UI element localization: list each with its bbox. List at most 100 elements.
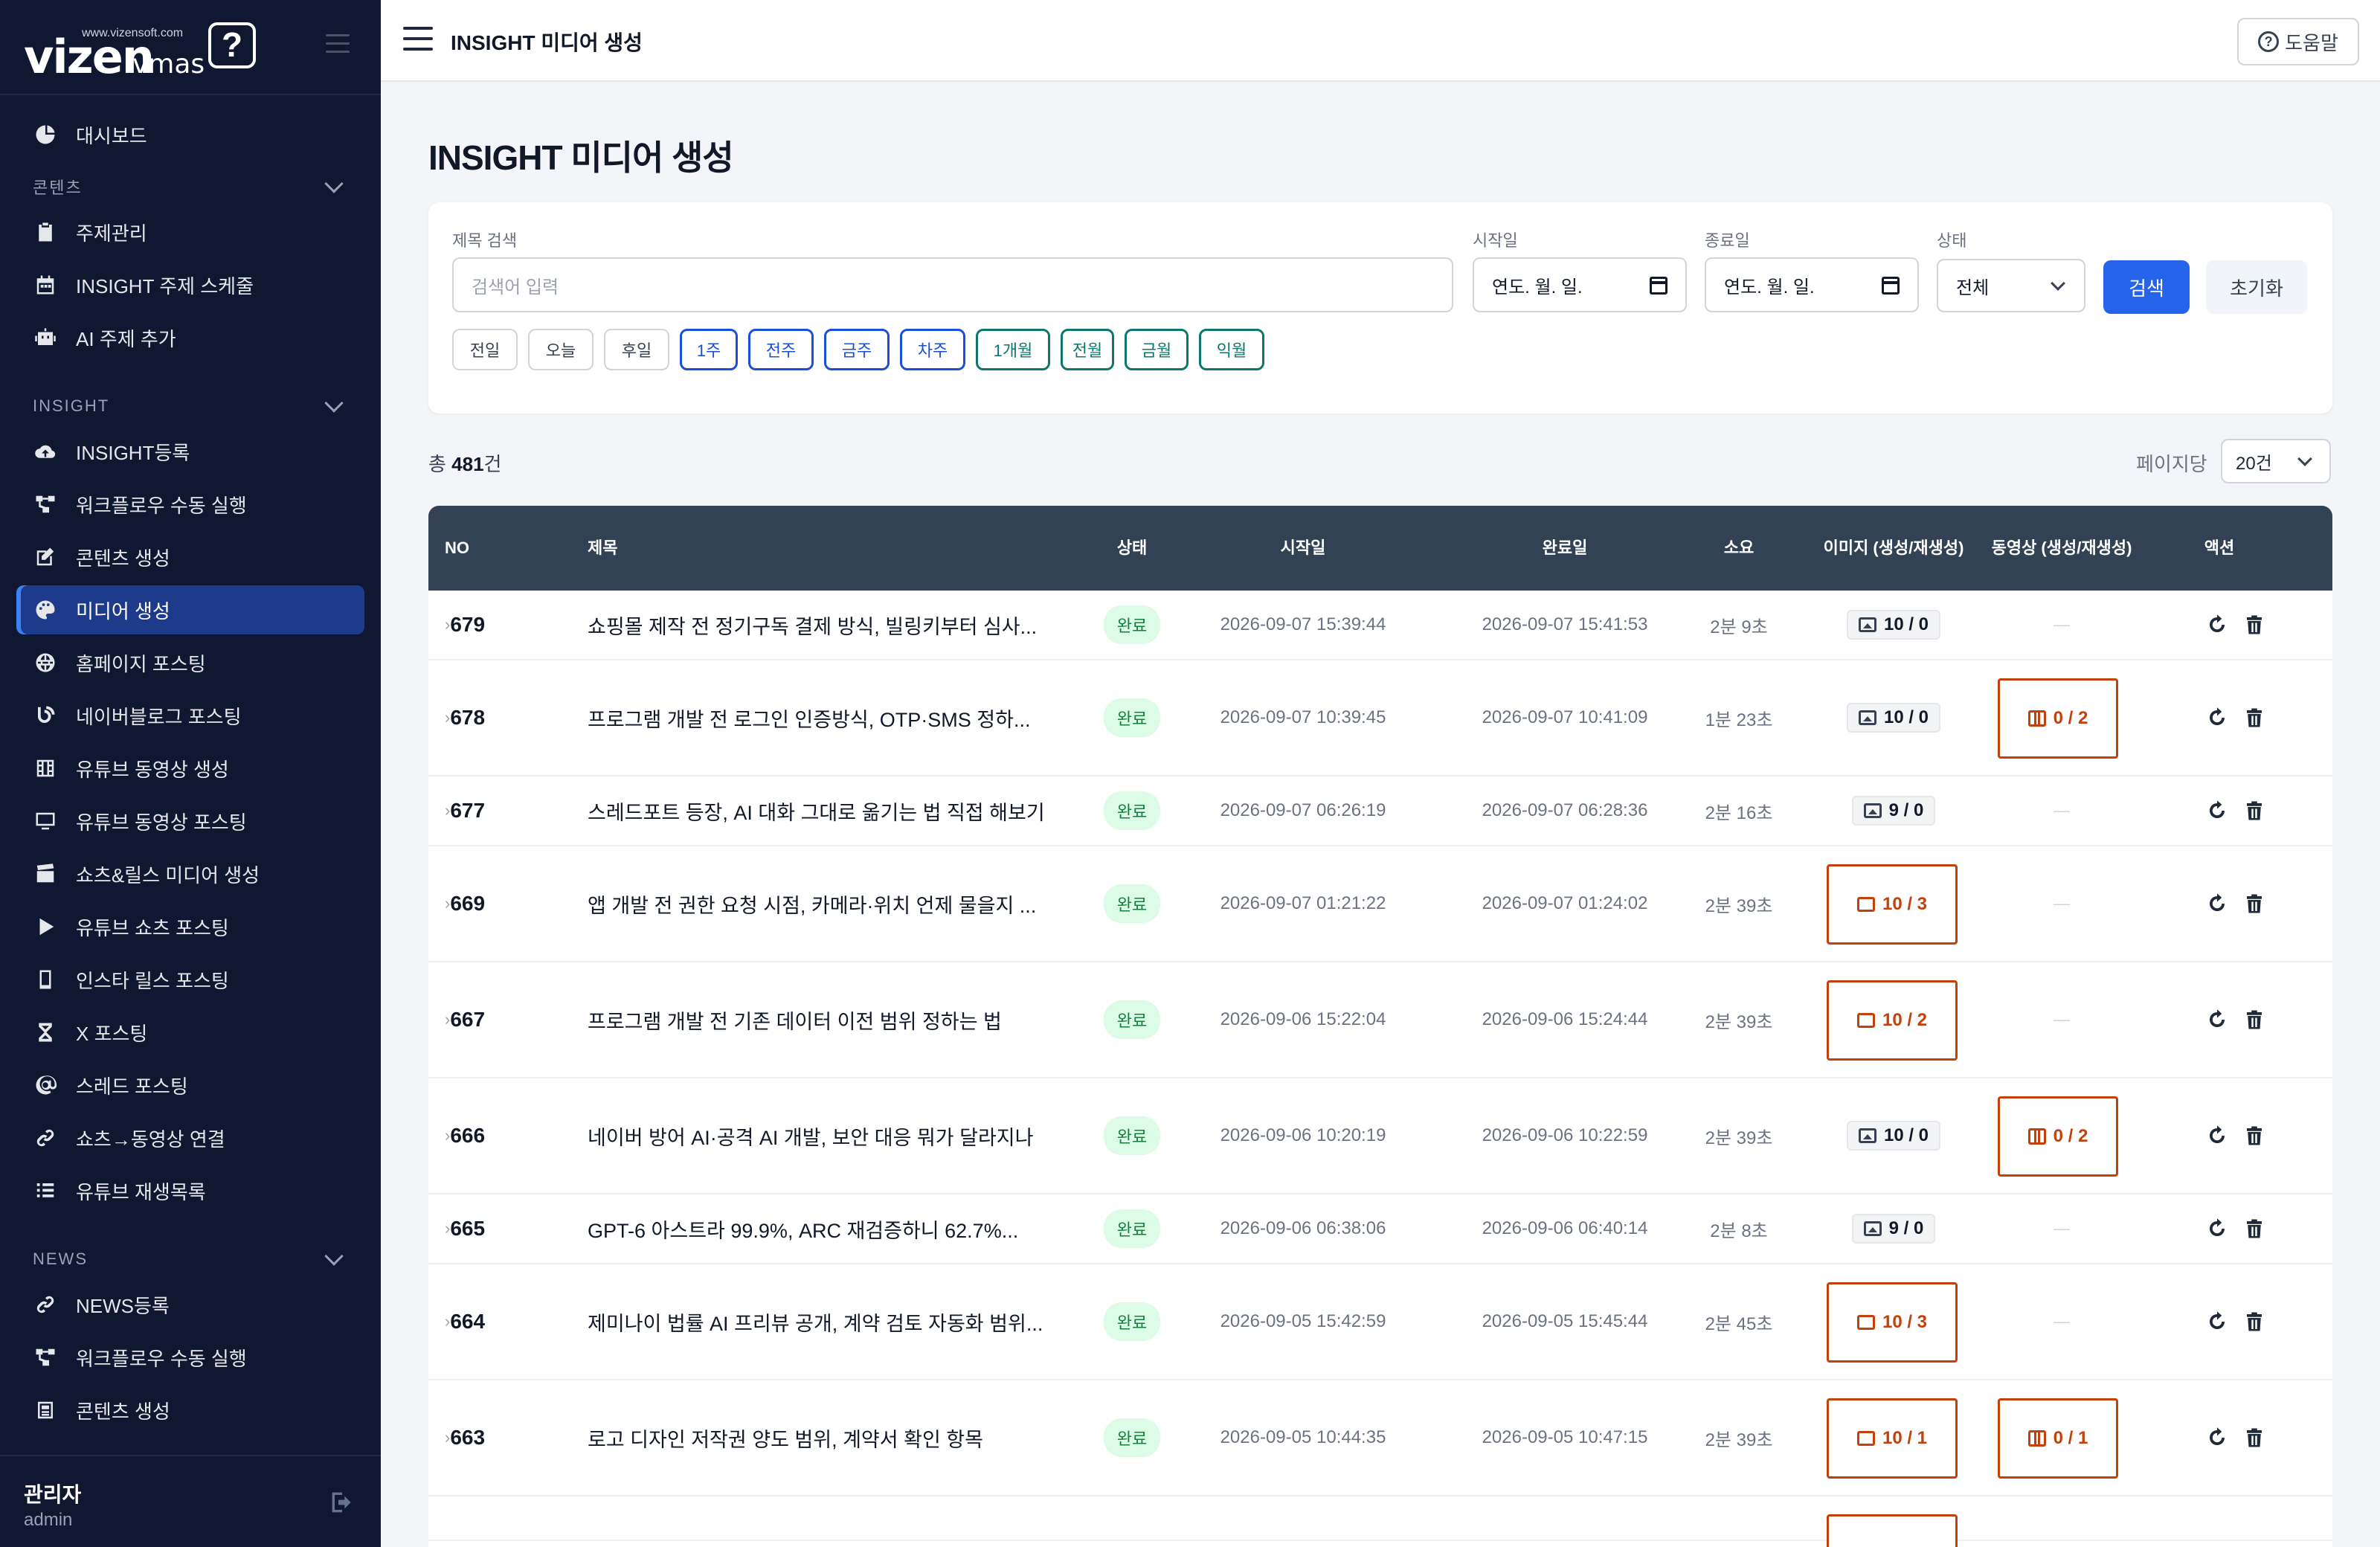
- trash-icon[interactable]: [2243, 1194, 2265, 1263]
- regenerate-icon[interactable]: [2206, 1380, 2228, 1495]
- sidebar-section-header[interactable]: 콘텐츠: [33, 172, 348, 202]
- sidebar-collapse-icon[interactable]: [326, 34, 350, 55]
- sidebar-item[interactable]: 워크플로우 수동 실행: [16, 1333, 364, 1382]
- date-chip[interactable]: 전일: [452, 329, 518, 370]
- sidebar-item[interactable]: 쇼츠→동영상 연결: [16, 1113, 364, 1162]
- sidebar-item[interactable]: 미디어 생성: [16, 585, 364, 634]
- sidebar-item[interactable]: 네이버블로그 포스팅: [16, 691, 364, 740]
- sidebar-item[interactable]: AI 주제 추가: [16, 313, 364, 362]
- table-row[interactable]: › 663 로고 디자인 저작권 양도 범위, 계약서 확인 항목 완료 2026-09…: [428, 1380, 2332, 1496]
- title-search-input[interactable]: 검색어 입력: [452, 257, 1453, 312]
- trash-icon[interactable]: [2243, 591, 2265, 659]
- sidebar-item[interactable]: 유튜브 재생목록: [16, 1166, 364, 1215]
- sidebar-item[interactable]: INSIGHT등록: [16, 427, 364, 476]
- chevron-right-icon[interactable]: ›: [445, 1312, 450, 1331]
- reset-button[interactable]: 초기화: [2206, 260, 2307, 314]
- regenerate-icon[interactable]: [2206, 591, 2228, 659]
- hamburger-icon[interactable]: [403, 27, 433, 52]
- image-count-chip[interactable]: 10 / 0: [1846, 610, 1941, 640]
- video-count-highlight[interactable]: 0 / 2: [1998, 678, 2118, 759]
- image-count-chip[interactable]: 10 / 0: [1846, 1121, 1941, 1151]
- date-chip[interactable]: 오늘: [528, 329, 594, 370]
- regenerate-icon[interactable]: [2206, 962, 2228, 1077]
- regenerate-icon[interactable]: [2206, 846, 2228, 961]
- chevron-right-icon[interactable]: ›: [445, 1428, 450, 1447]
- image-count-highlight[interactable]: 10 / 3: [1827, 1282, 1958, 1363]
- image-count-chip[interactable]: 10 / 0: [1846, 703, 1941, 733]
- date-chip[interactable]: 전주: [748, 329, 814, 370]
- table-row[interactable]: › 669 앱 개발 전 권한 요청 시점, 카메라·위치 언제 물을지 ... 완료…: [428, 846, 2332, 962]
- video-count-highlight[interactable]: 0 / 2: [1998, 1096, 2118, 1177]
- th-status[interactable]: 상태: [1067, 506, 1197, 591]
- sidebar-section-header[interactable]: INSIGHT: [33, 391, 348, 421]
- chevron-right-icon[interactable]: ›: [445, 801, 450, 820]
- calendar-icon[interactable]: [1650, 277, 1667, 295]
- sidebar-section-header[interactable]: NEWS: [33, 1244, 348, 1274]
- th-video[interactable]: 동영상 (생성/재생성): [1987, 506, 2136, 591]
- sidebar-item[interactable]: 콘텐츠 생성: [16, 533, 364, 582]
- sidebar-item[interactable]: 콘텐츠 생성: [16, 1386, 364, 1435]
- date-chip[interactable]: 전월: [1061, 329, 1114, 370]
- chevron-right-icon[interactable]: ›: [445, 1126, 450, 1145]
- sidebar-item[interactable]: 홈페이지 포스팅: [16, 638, 364, 687]
- sidebar-item[interactable]: 유튜브 동영상 포스팅: [16, 797, 364, 846]
- sidebar-item[interactable]: NEWS등록: [16, 1280, 364, 1329]
- sidebar-item[interactable]: 워크플로우 수동 실행: [16, 480, 364, 529]
- th-duration[interactable]: 소요: [1679, 506, 1798, 591]
- trash-icon[interactable]: [2243, 846, 2265, 961]
- th-title[interactable]: 제목: [588, 506, 617, 591]
- image-count-highlight[interactable]: 10 / 1: [1827, 1398, 1958, 1479]
- table-row[interactable]: › 678 프로그램 개발 전 로그인 인증방식, OTP·SMS 정하... 완료 2…: [428, 660, 2332, 776]
- table-row[interactable]: › 679 쇼핑몰 제작 전 정기구독 결제 방식, 빌링키부터 심사... 완료 20…: [428, 591, 2332, 660]
- sidebar-item[interactable]: 유튜브 쇼츠 포스팅: [16, 902, 364, 951]
- sidebar-item[interactable]: 인스타 릴스 포스팅: [16, 955, 364, 1004]
- th-end[interactable]: 완료일: [1464, 506, 1666, 591]
- date-chip[interactable]: 차주: [900, 329, 965, 370]
- chevron-right-icon[interactable]: ›: [445, 1010, 450, 1029]
- trash-icon[interactable]: [2243, 660, 2265, 775]
- sidebar-item[interactable]: 유튜브 동영상 생성: [16, 744, 364, 793]
- date-chip[interactable]: 익월: [1199, 329, 1264, 370]
- chevron-right-icon[interactable]: ›: [445, 615, 450, 634]
- logo[interactable]: www.vizensoft.com vizen vmas ?: [24, 22, 256, 84]
- video-count-highlight[interactable]: 0 / 1: [1998, 1398, 2118, 1479]
- sidebar-item[interactable]: 쇼츠&릴스 미디어 생성: [16, 849, 364, 898]
- table-row[interactable]: › 665 GPT-6 아스트라 99.9%, ARC 재검증하니 62.7%...…: [428, 1194, 2332, 1264]
- logout-icon[interactable]: [327, 1488, 357, 1517]
- search-button[interactable]: 검색: [2103, 260, 2190, 314]
- date-chip[interactable]: 1개월: [976, 329, 1050, 370]
- image-count-highlight[interactable]: 10 / 3: [1827, 864, 1958, 945]
- date-chip[interactable]: 금주: [824, 329, 890, 370]
- per-page-select[interactable]: 20건: [2221, 439, 2331, 483]
- table-row[interactable]: › 667 프로그램 개발 전 기존 데이터 이전 범위 정하는 법 완료 2026-0…: [428, 962, 2332, 1078]
- regenerate-icon[interactable]: [2206, 660, 2228, 775]
- trash-icon[interactable]: [2243, 1380, 2265, 1495]
- sidebar-item[interactable]: 주제관리: [16, 208, 364, 257]
- trash-icon[interactable]: [2243, 1078, 2265, 1193]
- status-select[interactable]: 전체: [1937, 259, 2085, 312]
- date-chip[interactable]: 1주: [680, 329, 738, 370]
- table-row[interactable]: › 664 제미나이 법률 AI 프리뷰 공개, 계약 검토 자동화 범위... 완료…: [428, 1264, 2332, 1380]
- sidebar-item[interactable]: 대시보드: [16, 110, 364, 159]
- date-chip[interactable]: 후일: [604, 329, 669, 370]
- image-count-highlight[interactable]: 10 / 2: [1827, 980, 1958, 1061]
- th-image[interactable]: 이미지 (생성/재생성): [1819, 506, 1968, 591]
- table-row[interactable]: › 666 네이버 방어 AI·공격 AI 개발, 보안 대응 뭐가 달라지나 완료 2…: [428, 1078, 2332, 1194]
- chevron-right-icon[interactable]: ›: [445, 1219, 450, 1238]
- sidebar-item[interactable]: INSIGHT 주제 스케줄: [16, 260, 364, 309]
- regenerate-icon[interactable]: [2206, 776, 2228, 845]
- table-row[interactable]: › 677 스레드포트 등장, AI 대화 그대로 옮기는 법 직접 해보기 완료 20…: [428, 776, 2332, 846]
- chevron-right-icon[interactable]: ›: [445, 894, 450, 913]
- date-chip[interactable]: 금월: [1125, 329, 1189, 370]
- help-button[interactable]: ? 도움말: [2237, 18, 2359, 65]
- regenerate-icon[interactable]: [2206, 1264, 2228, 1379]
- th-start[interactable]: 시작일: [1202, 506, 1404, 591]
- trash-icon[interactable]: [2243, 776, 2265, 845]
- regenerate-icon[interactable]: [2206, 1078, 2228, 1193]
- th-no[interactable]: NO: [445, 506, 469, 591]
- end-date-input[interactable]: 연도. 월. 일.: [1705, 257, 1919, 312]
- chevron-right-icon[interactable]: ›: [445, 708, 450, 727]
- regenerate-icon[interactable]: [2206, 1194, 2228, 1263]
- image-count-chip[interactable]: 9 / 0: [1851, 796, 1936, 826]
- start-date-input[interactable]: 연도. 월. 일.: [1473, 257, 1687, 312]
